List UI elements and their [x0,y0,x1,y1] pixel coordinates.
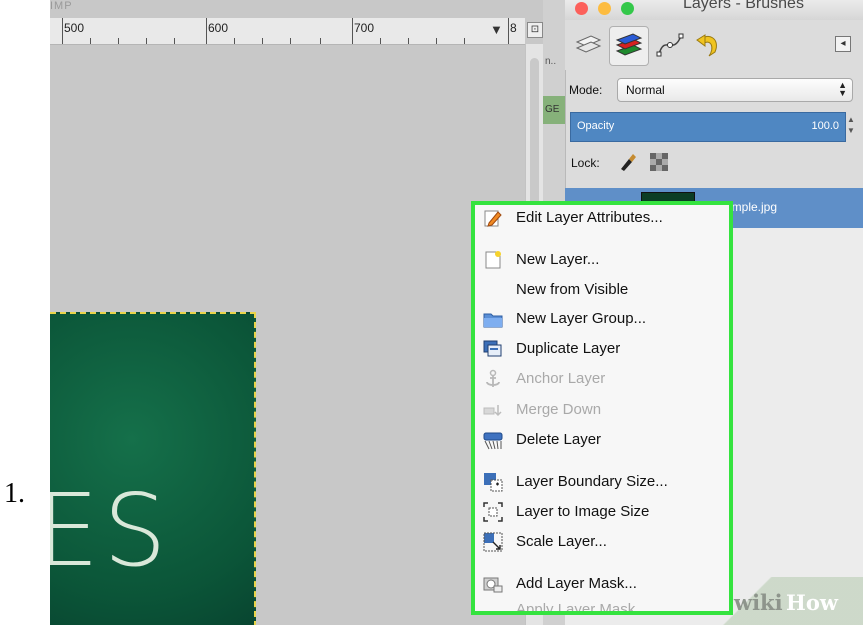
image-text: ES [50,472,171,589]
mode-row: Mode: Normal ▲ ▼ [565,76,863,106]
tab-layers[interactable] [569,26,607,64]
menu-item-label: Edit Layer Attributes... [516,209,663,226]
menu-item-merge-down[interactable]: Merge Down [481,397,727,423]
menu-item-label: Apply Layer Mask [516,601,636,615]
menu-item-label: Add Layer Mask... [516,575,637,592]
menu-item-layer-to-image-size[interactable]: Layer to Image Size [481,499,727,525]
panel-title: Layers - Brushes [683,0,804,12]
lock-row: Lock: [565,148,863,178]
menu-item-anchor-layer[interactable]: Anchor Layer [481,366,727,392]
minimize-icon[interactable] [598,2,611,15]
undo-history-tab-icon [696,34,717,57]
duplicate-icon [483,340,502,357]
merge-down-icon [483,405,502,417]
menu-item-label: New Layer... [516,251,600,268]
dock-titlebar: Layers - Brushes [565,0,863,21]
mask-icon [483,577,503,593]
menu-item-label: Merge Down [516,401,602,418]
list-number: 1. [4,478,25,509]
menu-item-scale-layer[interactable]: Scale Layer... [481,529,727,555]
menu-item-label: Delete Layer [516,431,602,448]
side-fragment-green: GE [543,96,565,124]
opacity-slider[interactable]: Opacity 100.0 [570,112,846,142]
menu-item-label: Layer Boundary Size... [516,473,668,490]
menu-item-layer-boundary-size[interactable]: Layer Boundary Size... [481,469,727,495]
wikihow-watermark: wiki How [710,577,863,625]
opacity-label: Opacity [577,120,615,132]
tab-paths[interactable] [651,26,689,64]
menu-item-add-layer-mask[interactable]: Add Layer Mask... [481,571,727,597]
layer-to-image-icon [483,502,503,522]
side-fragment: GE [545,104,560,115]
menu-item-edit-layer-attributes[interactable]: Edit Layer Attributes... [481,205,727,231]
boundary-size-icon [484,473,503,492]
gimp-screenshot: IMP 500 600 700 8 ▼ ⊡ ES n.. GE Layers -… [50,0,863,625]
menu-item-apply-layer-mask[interactable]: Apply Layer Mask [481,597,727,615]
menu-item-label: Scale Layer... [516,533,607,550]
ruler-label: 500 [64,21,85,35]
side-fragment: n.. [545,56,557,67]
lock-alpha-checker-icon[interactable] [649,152,669,172]
menu-item-label: Duplicate Layer [516,340,621,357]
mode-select[interactable]: Normal ▲ ▼ [617,78,853,102]
opacity-row: Opacity 100.0 ▲ ▼ [570,112,858,142]
layer-context-menu: Edit Layer Attributes... New Layer... Ne… [471,201,733,615]
ruler-dropdown-icon[interactable]: ▼ [490,22,503,37]
select-arrows-icon: ▲ ▼ [838,80,847,98]
menu-item-new-layer[interactable]: New Layer... [481,247,727,273]
watermark-text-how: How [786,590,838,615]
menu-item-new-layer-group[interactable]: New Layer Group... [481,306,727,332]
menu-item-duplicate-layer[interactable]: Duplicate Layer [481,336,727,362]
menu-item-label: New from Visible [516,281,629,298]
scale-icon [483,532,503,552]
tab-menu-icon[interactable]: ◂ [835,36,851,52]
dock-tabs: ◂ [565,20,863,70]
edit-icon [484,210,502,227]
ruler-label: 700 [354,21,375,35]
lock-label: Lock: [571,156,600,170]
anchor-icon [486,369,500,387]
window-title-fragment: IMP [50,0,73,12]
close-icon[interactable] [575,2,588,15]
zoom-to-fit-icon[interactable]: ⊡ [527,22,543,38]
delete-icon [483,432,503,450]
opacity-spinner-icon[interactable]: ▲ ▼ [847,114,857,136]
mode-value: Normal [626,83,665,97]
mode-label: Mode: [569,83,603,97]
paths-tab-icon [656,33,684,57]
menu-item-new-from-visible[interactable]: New from Visible [481,277,727,303]
layers-tab-icon [575,35,602,53]
menu-item-label: Anchor Layer [516,370,606,387]
image-canvas[interactable]: ES [50,312,256,625]
ruler-label: 600 [208,21,229,35]
menu-item-delete-layer[interactable]: Delete Layer [481,427,727,453]
menu-item-label: New Layer Group... [516,310,647,327]
menu-item-label: Layer to Image Size [516,503,650,520]
channels-tab-icon [615,33,643,56]
lock-pixels-brush-icon[interactable] [617,152,637,172]
opacity-value: 100.0 [811,120,839,132]
tab-undo-history[interactable] [689,26,727,64]
maximize-icon[interactable] [621,2,634,15]
folder-icon [483,313,503,328]
canvas-window: IMP 500 600 700 8 ▼ ⊡ ES [50,0,544,625]
tab-channels[interactable] [609,26,649,66]
new-layer-icon [485,251,501,269]
horizontal-ruler: 500 600 700 8 ▼ [50,18,525,45]
ruler-label: 8 [510,21,517,35]
watermark-text-wiki: wiki [734,590,783,615]
